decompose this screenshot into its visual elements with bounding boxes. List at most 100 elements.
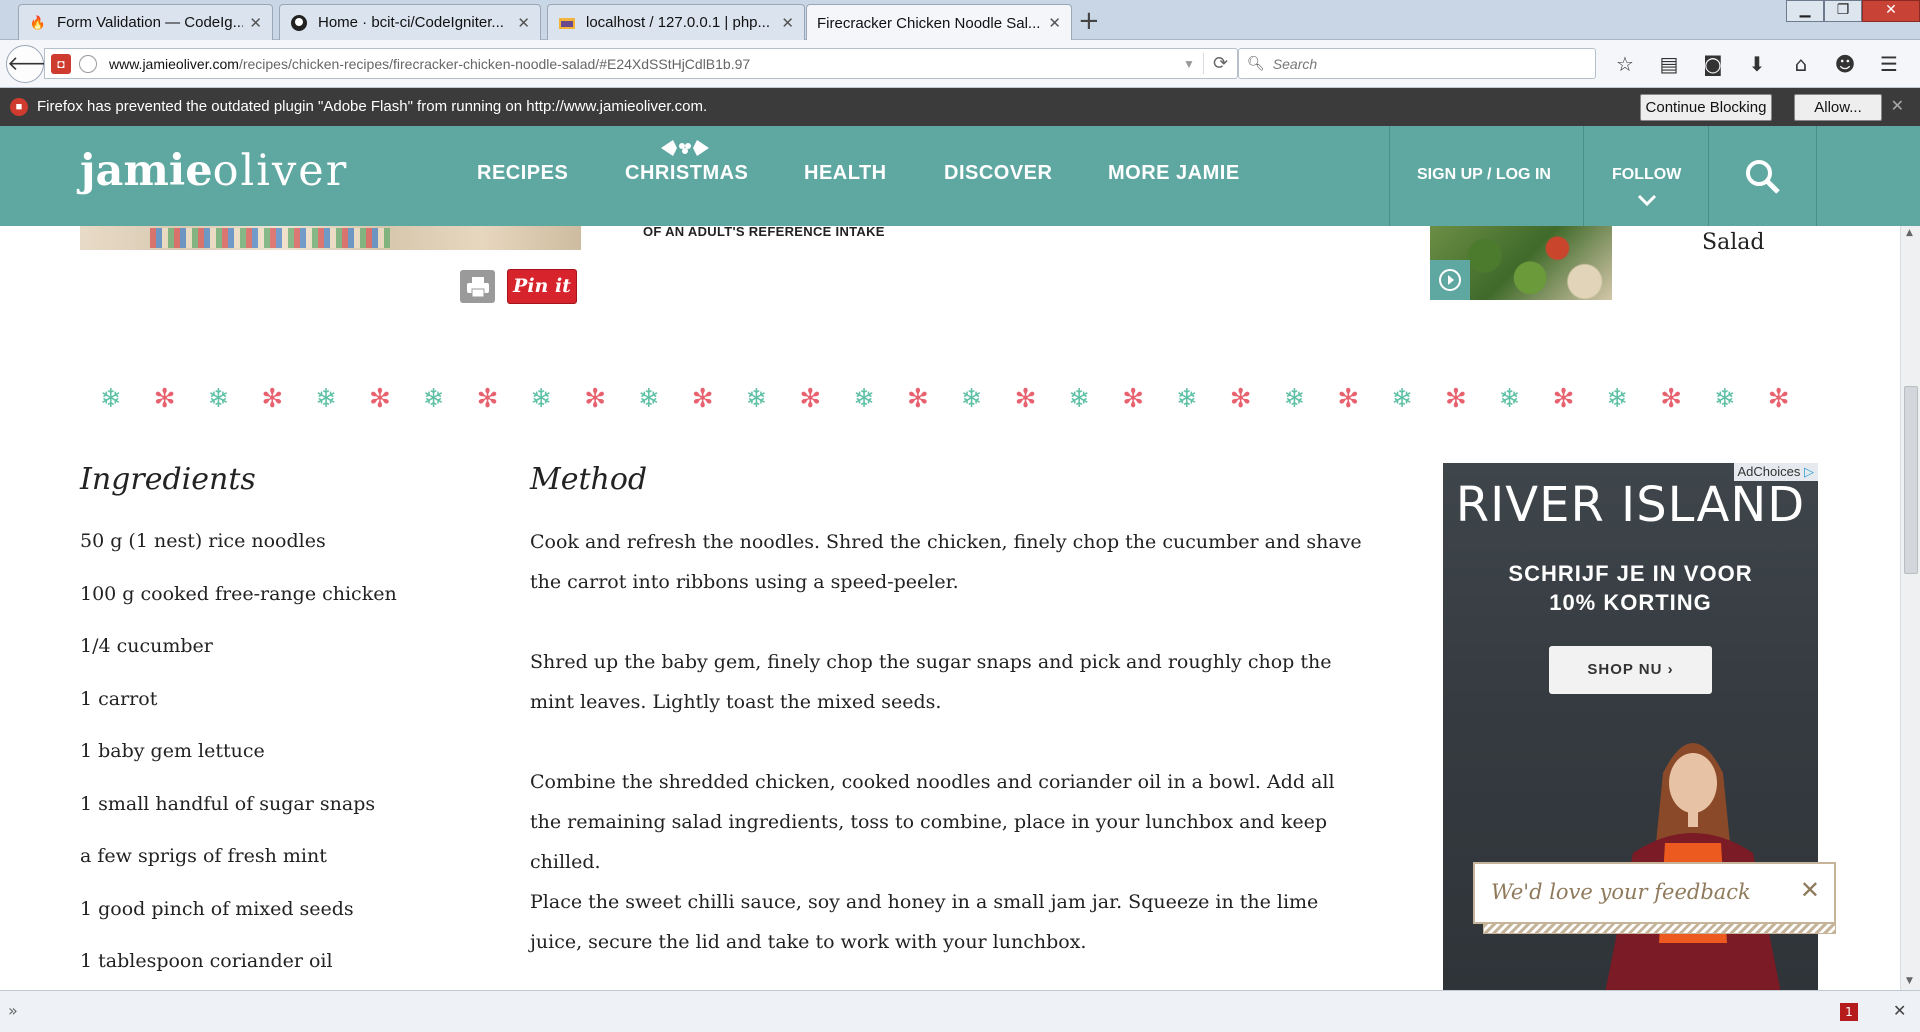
nav-health[interactable]: HEALTH <box>804 162 887 185</box>
nav-discover[interactable]: DISCOVER <box>944 162 1052 185</box>
addon-badge[interactable]: 1 <box>1840 1003 1858 1021</box>
search-placeholder: Search <box>1272 55 1318 72</box>
tab-github[interactable]: Home · bcit-ci/CodeIgniter... ✕ <box>279 4 541 40</box>
print-button[interactable] <box>460 270 495 303</box>
new-tab-icon[interactable]: + <box>1078 6 1100 36</box>
snowflake-icon: ✻ <box>1122 384 1144 414</box>
related-recipe-title[interactable]: Salad <box>1702 230 1764 255</box>
snowflake-icon: ❄ <box>960 384 983 414</box>
toolbar-icons: ☆ ▤ ◙ ⬇ ⌂ ☻ ☰ <box>1610 52 1904 76</box>
snowflake-icon: ✻ <box>584 384 606 414</box>
restore-icon[interactable]: ❐ <box>1824 0 1862 22</box>
snowflake-icon: ✻ <box>476 384 499 414</box>
plugin-blocked-icon[interactable]: ◘ <box>51 53 71 74</box>
snowflake-icon: ❄ <box>1391 384 1413 414</box>
reading-list-icon[interactable]: ▤ <box>1654 52 1684 76</box>
close-tab-icon[interactable]: ✕ <box>249 14 262 32</box>
header-divider <box>1389 126 1390 226</box>
method-step: Cook and refresh the noodles. Shred the … <box>530 531 1362 593</box>
snowflake-icon: ❄ <box>1606 384 1629 414</box>
minimize-icon[interactable]: ▁ <box>1786 0 1824 22</box>
follow-menu[interactable]: FOLLOW <box>1612 166 1681 184</box>
close-notification-icon[interactable]: ✕ <box>1891 96 1904 116</box>
play-video-icon[interactable] <box>1430 260 1470 300</box>
allow-button[interactable]: Allow... <box>1794 94 1882 121</box>
header-divider <box>1583 126 1584 226</box>
search-input[interactable]: 🔍︎ Search <box>1238 48 1596 79</box>
plugin-blocked-icon: ■ <box>10 98 28 116</box>
nav-more-jamie[interactable]: MORE JAMIE <box>1108 162 1240 185</box>
recipe-page: OF AN ADULT'S REFERENCE INTAKE Pin it Sa… <box>0 226 1900 990</box>
site-logo[interactable]: jamieoliver <box>80 146 348 196</box>
nav-christmas[interactable]: CHRISTMAS <box>625 162 748 185</box>
page-scrollbar[interactable]: ▲ ▼ <box>1900 226 1920 990</box>
notification-message: Firefox has prevented the outdated plugi… <box>37 98 708 115</box>
scroll-up-icon[interactable]: ▲ <box>1906 228 1913 238</box>
snowflake-icon: ❄ <box>315 384 337 414</box>
snowflake-icon: ❄ <box>1714 384 1736 414</box>
related-recipe-thumbnail[interactable] <box>1430 226 1612 300</box>
address-bar[interactable]: ◘ www.jamieoliver.com/recipes/chicken-re… <box>44 48 1238 79</box>
holly-icon <box>661 140 709 156</box>
snowflake-icon: ❄ <box>1068 384 1091 414</box>
ingredient-item: 1 good pinch of mixed seeds <box>80 898 354 920</box>
ad-promo: SCHRIJF JE IN VOOR 10% KORTING <box>1508 561 1753 615</box>
snowflake-icon: ✻ <box>369 384 391 414</box>
snowflake-icon: ✻ <box>1552 384 1575 414</box>
hello-chat-icon[interactable]: ☻ <box>1830 52 1860 76</box>
menu-icon[interactable]: ☰ <box>1874 52 1904 76</box>
home-icon[interactable]: ⌂ <box>1786 52 1816 76</box>
bookmark-star-icon[interactable]: ☆ <box>1610 52 1640 76</box>
snowflake-icon: ✻ <box>1229 384 1252 414</box>
feedback-widget[interactable]: We'd love your feedback ✕ <box>1473 862 1836 934</box>
nav-recipes[interactable]: RECIPES <box>477 162 568 185</box>
dropdown-arrow-icon[interactable]: ▼ <box>1183 57 1203 71</box>
method-step: Shred up the baby gem, finely chop the s… <box>530 651 1332 713</box>
chevron-down-icon[interactable] <box>1637 194 1657 206</box>
scrollbar-thumb[interactable] <box>1904 386 1918 574</box>
close-feedback-icon[interactable]: ✕ <box>1800 876 1820 904</box>
shop-now-button[interactable]: SHOP NU › <box>1549 646 1712 694</box>
scroll-down-icon[interactable]: ▼ <box>1906 976 1913 986</box>
ingredient-item: 1/4 cucumber <box>80 635 213 657</box>
tab-title: Firecracker Chicken Noodle Sal... <box>817 14 1041 32</box>
close-addon-bar-icon[interactable]: ✕ <box>1893 1001 1906 1020</box>
snowflake-icon: ❄ <box>1283 384 1306 414</box>
window-close-icon[interactable]: ✕ <box>1862 0 1920 22</box>
tab-form-validation[interactable]: 🔥 Form Validation — CodeIg... ✕ <box>18 4 273 40</box>
snowflake-icon: ✻ <box>1445 384 1467 414</box>
snowflake-icon: ✻ <box>907 384 929 414</box>
tab-title: Home · bcit-ci/CodeIgniter... <box>318 14 504 31</box>
ingredient-item: 1 small handful of sugar snaps <box>80 793 376 815</box>
close-tab-icon[interactable]: ✕ <box>517 14 530 32</box>
snowflake-icon: ✻ <box>799 384 822 414</box>
reload-icon[interactable]: ⟳ <box>1203 53 1237 74</box>
snowflake-icon: ❄ <box>638 384 660 414</box>
snowflake-divider: ❄ ✻ ❄ ✻ ❄ ✻ ❄ ✻ ❄ ✻ ❄ ✻ ❄ ✻ ❄ ✻ ❄ ✻ ❄ ✻ ❄ ✻ ❄ ✻ ❄ ✻ ❄ ✻ ❄ ✻ ❄ ✻ <box>100 384 1800 414</box>
snowflake-icon: ❄ <box>853 384 875 414</box>
site-header: jamieoliver RECIPES CHRISTMAS HEALTH DIS… <box>0 126 1920 226</box>
snowflake-icon: ✻ <box>1337 384 1360 414</box>
tab-firecracker[interactable]: Firecracker Chicken Noodle Sal... ✕ <box>806 4 1072 41</box>
ingredient-item: a few sprigs of fresh mint <box>80 845 327 867</box>
globe-icon[interactable] <box>79 54 97 73</box>
pocket-icon[interactable]: ◙ <box>1698 52 1728 76</box>
back-arrow-icon[interactable]: 🡐 <box>6 45 61 83</box>
url-text[interactable]: www.jamieoliver.com/recipes/chicken-reci… <box>109 56 1183 72</box>
ingredient-item: 1 tablespoon coriander oil <box>80 950 333 972</box>
double-chevron-icon[interactable]: » <box>8 1001 18 1020</box>
feedback-label[interactable]: We'd love your feedback <box>1491 880 1751 904</box>
tab-title: Form Validation — CodeIg... <box>57 14 244 31</box>
snowflake-icon: ❄ <box>207 384 230 414</box>
site-search-icon[interactable] <box>1744 158 1782 196</box>
pinterest-pin-button[interactable]: Pin it <box>507 269 577 304</box>
tab-phpmyadmin[interactable]: localhost / 127.0.0.1 | php... ✕ <box>547 4 805 40</box>
method-heading: Method <box>530 462 648 497</box>
sign-up-login-link[interactable]: SIGN UP / LOG IN <box>1417 166 1551 184</box>
close-tab-icon[interactable]: ✕ <box>1048 14 1061 32</box>
snowflake-icon: ✻ <box>153 384 176 414</box>
continue-blocking-button[interactable]: Continue Blocking <box>1640 94 1772 121</box>
download-icon[interactable]: ⬇ <box>1742 52 1772 76</box>
close-tab-icon[interactable]: ✕ <box>781 14 794 32</box>
ad-model-image <box>1605 743 1781 990</box>
